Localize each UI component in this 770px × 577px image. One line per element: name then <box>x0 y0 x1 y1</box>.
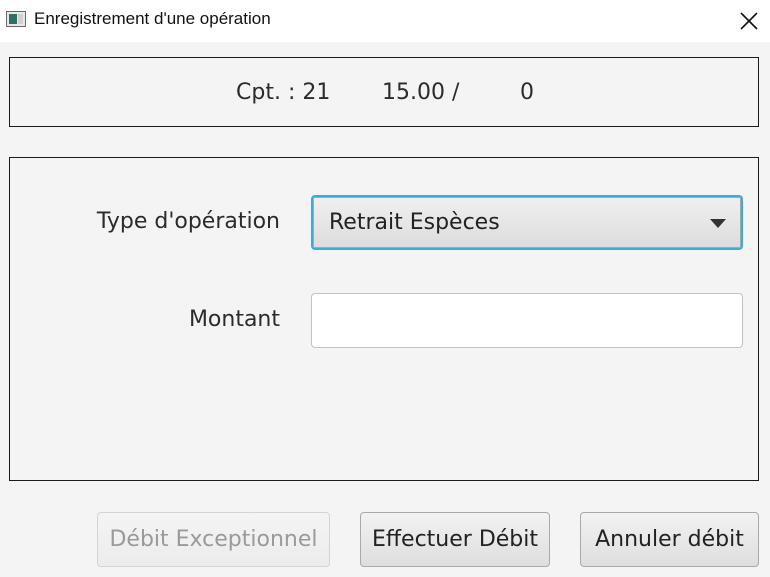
operation-form-panel: Type d'opération Retrait Espèces Montant <box>9 157 759 481</box>
close-button[interactable] <box>728 0 770 42</box>
amount-input[interactable] <box>311 293 743 348</box>
exceptional-debit-button[interactable]: Débit Exceptionnel <box>97 512 330 567</box>
title-bar: Enregistrement d'une opération <box>0 0 770 42</box>
operation-type-select[interactable]: Retrait Espèces <box>311 195 743 250</box>
cancel-debit-button[interactable]: Annuler débit <box>580 512 759 567</box>
operation-type-value: Retrait Espèces <box>329 210 500 235</box>
dropdown-arrow-icon <box>710 219 726 228</box>
summary-separator: / <box>452 80 460 105</box>
account-number: Cpt. : 21 <box>236 80 331 105</box>
operation-type-label: Type d'opération <box>96 209 280 234</box>
account-balance: 15.00 <box>382 80 445 105</box>
amount-label: Montant <box>188 307 280 332</box>
window-app-icon <box>6 11 26 27</box>
account-summary-panel: Cpt. : 21 15.00 / 0 <box>9 57 759 127</box>
perform-debit-button[interactable]: Effectuer Débit <box>360 512 550 567</box>
summary-other-value: 0 <box>520 80 534 105</box>
window-title: Enregistrement d'une opération <box>34 9 271 28</box>
close-icon <box>740 12 758 30</box>
